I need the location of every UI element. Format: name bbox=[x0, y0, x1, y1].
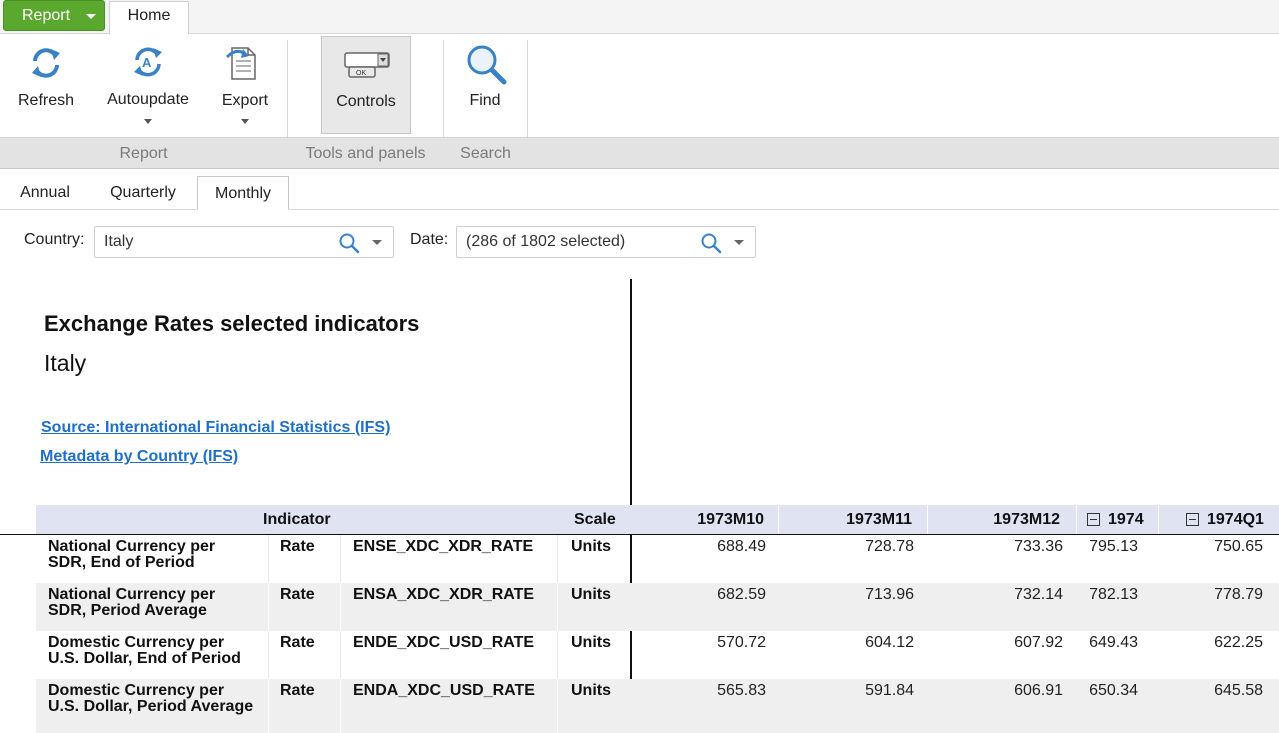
indicator-type: Rate bbox=[280, 586, 315, 603]
indicator-code: ENDE_XDC_USD_RATE bbox=[353, 634, 535, 651]
header-period[interactable]: 1973M10 bbox=[632, 505, 764, 534]
search-icon[interactable] bbox=[700, 232, 722, 254]
value-cell: 778.79 bbox=[1214, 586, 1263, 603]
header-divider bbox=[778, 505, 779, 534]
autoupdate-button[interactable]: A Autoupdate bbox=[100, 34, 196, 136]
group-label-tools: Tools and panels bbox=[305, 145, 426, 162]
table-header: Indicator Scale 1973M10 1973M11 1973M12 … bbox=[36, 505, 1279, 534]
indicator-name: National Currency per SDR, End of Period bbox=[48, 538, 216, 571]
header-period-1974q1[interactable]: 1974Q1 bbox=[1186, 505, 1264, 534]
ribbon-group-labels: Report Tools and panels Search bbox=[0, 137, 1279, 168]
value-cell: 682.59 bbox=[717, 586, 766, 603]
indicator-type: Rate bbox=[280, 538, 315, 555]
date-select[interactable]: (286 of 1802 selected) bbox=[456, 226, 756, 258]
indicator-scale: Units bbox=[571, 586, 611, 603]
find-label: Find bbox=[469, 92, 501, 109]
value-cell: 782.13 bbox=[1089, 586, 1138, 603]
chevron-down-icon[interactable] bbox=[734, 240, 744, 245]
header-period-1974[interactable]: 1974 bbox=[1087, 505, 1144, 534]
top-tab-strip: Report Home bbox=[0, 0, 1279, 35]
chevron-down-icon[interactable] bbox=[372, 240, 382, 245]
indicator-code: ENSA_XDC_XDR_RATE bbox=[353, 586, 535, 603]
tab-annual[interactable]: Annual bbox=[8, 176, 82, 210]
value-cell: 604.12 bbox=[865, 634, 914, 651]
country-select-value: Italy bbox=[104, 233, 134, 250]
country-filter-label: Country: bbox=[24, 231, 85, 248]
ribbon: Refresh A Autoupdate Export OK Controls … bbox=[0, 34, 1279, 169]
indicator-type: Rate bbox=[280, 634, 315, 651]
value-cell: 565.83 bbox=[717, 682, 766, 699]
refresh-button[interactable]: Refresh bbox=[8, 34, 84, 136]
report-title: Exchange Rates selected indicators bbox=[44, 311, 420, 336]
value-cell: 645.58 bbox=[1214, 682, 1263, 699]
indicator-code: ENDA_XDC_USD_RATE bbox=[353, 682, 535, 699]
export-button[interactable]: Export bbox=[210, 34, 280, 136]
value-cell: 795.13 bbox=[1089, 538, 1138, 555]
refresh-label: Refresh bbox=[17, 92, 75, 109]
chevron-down-icon bbox=[86, 14, 96, 19]
indicator-name: Domestic Currency per U.S. Dollar, Period… bbox=[48, 682, 254, 715]
controls-label: Controls bbox=[336, 93, 396, 110]
find-button[interactable]: Find bbox=[450, 34, 520, 136]
header-period-label: 1974 bbox=[1108, 511, 1144, 528]
indicator-code: ENSE_XDC_XDR_RATE bbox=[353, 538, 534, 555]
indicator-scale: Units bbox=[571, 682, 611, 699]
header-divider bbox=[1076, 505, 1077, 534]
tab-quarterly[interactable]: Quarterly bbox=[97, 176, 189, 210]
source-link[interactable]: Source: International Financial Statisti… bbox=[41, 419, 390, 437]
svg-text:A: A bbox=[142, 55, 152, 70]
value-cell: 570.72 bbox=[717, 634, 766, 651]
tab-monthly[interactable]: Monthly bbox=[197, 176, 289, 210]
value-cell: 591.84 bbox=[865, 682, 914, 699]
header-divider bbox=[1158, 505, 1159, 534]
indicator-scale: Units bbox=[571, 538, 611, 555]
report-menu-button[interactable]: Report bbox=[3, 0, 105, 31]
country-select[interactable]: Italy bbox=[94, 226, 394, 258]
table-row[interactable]: Domestic Currency per U.S. Dollar, Period… bbox=[36, 679, 1279, 733]
group-label-search: Search bbox=[460, 145, 511, 162]
value-cell: 650.34 bbox=[1089, 682, 1138, 699]
header-indicator[interactable]: Indicator bbox=[263, 505, 331, 534]
collapse-icon[interactable] bbox=[1087, 513, 1100, 526]
refresh-icon bbox=[32, 48, 60, 78]
autoupdate-label: Autoupdate bbox=[107, 91, 189, 108]
group-label-report: Report bbox=[119, 145, 168, 162]
svg-text:OK: OK bbox=[356, 70, 366, 77]
report-subtitle: Italy bbox=[44, 350, 87, 376]
header-period[interactable]: 1973M11 bbox=[780, 505, 912, 534]
value-cell: 688.49 bbox=[717, 538, 766, 555]
indicator-scale: Units bbox=[571, 634, 611, 651]
export-label: Export bbox=[221, 92, 269, 109]
export-icon bbox=[225, 47, 256, 80]
controls-icon: OK bbox=[344, 52, 390, 78]
metadata-link[interactable]: Metadata by Country (IFS) bbox=[40, 448, 238, 466]
value-cell: 750.65 bbox=[1214, 538, 1263, 555]
find-icon bbox=[467, 45, 507, 85]
header-period[interactable]: 1973M12 bbox=[928, 505, 1060, 534]
table-row[interactable]: Domestic Currency per U.S. Dollar, End of… bbox=[36, 631, 1279, 679]
view-tabs: Annual Quarterly Monthly bbox=[0, 170, 1279, 210]
chevron-down-icon bbox=[144, 119, 152, 124]
autoupdate-icon: A bbox=[134, 47, 162, 77]
collapse-icon[interactable] bbox=[1186, 513, 1199, 526]
value-cell: 649.43 bbox=[1089, 634, 1138, 651]
table-row[interactable]: National Currency per SDR, End of Period … bbox=[36, 535, 1279, 583]
date-select-value: (286 of 1802 selected) bbox=[466, 233, 626, 250]
indicator-type: Rate bbox=[280, 682, 315, 699]
tab-home[interactable]: Home bbox=[109, 1, 189, 35]
value-cell: 713.96 bbox=[865, 586, 914, 603]
report-menu-label: Report bbox=[22, 7, 71, 24]
controls-button[interactable]: OK Controls bbox=[321, 36, 411, 134]
indicator-name: National Currency per SDR, Period Average bbox=[48, 586, 216, 619]
chevron-down-icon bbox=[241, 119, 249, 124]
header-scale[interactable]: Scale bbox=[574, 505, 616, 534]
value-cell: 622.25 bbox=[1214, 634, 1263, 651]
date-filter-label: Date: bbox=[410, 231, 449, 248]
search-icon[interactable] bbox=[338, 232, 360, 254]
header-period-label: 1974Q1 bbox=[1207, 511, 1264, 528]
table-row[interactable]: National Currency per SDR, Period Average… bbox=[36, 583, 1279, 631]
value-cell: 728.78 bbox=[865, 538, 914, 555]
indicator-name: Domestic Currency per U.S. Dollar, End of… bbox=[48, 634, 241, 667]
